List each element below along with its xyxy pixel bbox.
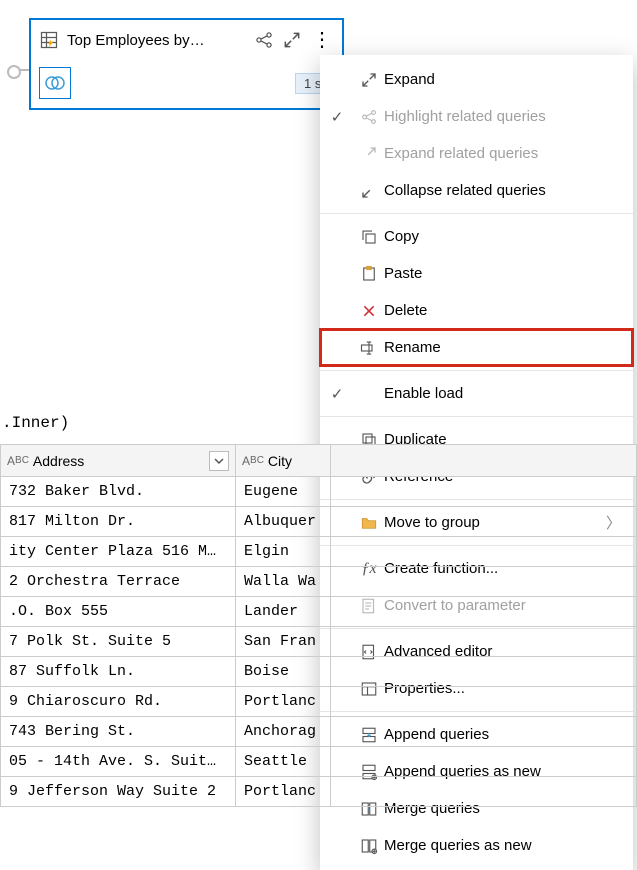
cell-address[interactable]: 05 - 14th Ave. S. Suit…	[1, 747, 236, 777]
cell-city[interactable]: Lander	[236, 597, 331, 627]
expand-icon[interactable]	[282, 30, 302, 50]
menu-enable-load[interactable]: ✓ Enable load	[320, 375, 633, 412]
cell-city[interactable]: Albuquer	[236, 507, 331, 537]
cell-city[interactable]: Boise	[236, 657, 331, 687]
cell-extra[interactable]	[331, 687, 637, 717]
merge-step-icon[interactable]	[39, 67, 71, 99]
table-row[interactable]: 7 Polk St. Suite 5San Fran	[1, 627, 637, 657]
cell-city[interactable]: Portlanc	[236, 687, 331, 717]
cell-extra[interactable]	[331, 777, 637, 807]
text-type-icon: ABC	[7, 454, 29, 468]
cell-city[interactable]: Seattle	[236, 747, 331, 777]
cell-city[interactable]: San Fran	[236, 627, 331, 657]
table-row[interactable]: ity Center Plaza 516 M…Elgin	[1, 537, 637, 567]
copy-icon	[354, 228, 384, 246]
cell-address[interactable]: ity Center Plaza 516 M…	[1, 537, 236, 567]
cell-extra[interactable]	[331, 627, 637, 657]
cell-address[interactable]: 2 Orchestra Terrace	[1, 567, 236, 597]
formula-text-fragment: .Inner)	[2, 414, 69, 432]
expand-icon	[354, 71, 384, 89]
menu-expand[interactable]: Expand	[320, 61, 633, 98]
cell-city[interactable]: Anchorag	[236, 717, 331, 747]
menu-collapse-related[interactable]: Collapse related queries	[320, 172, 633, 209]
table-row[interactable]: 05 - 14th Ave. S. Suit…Seattle	[1, 747, 637, 777]
table-row[interactable]: 817 Milton Dr.Albuquer	[1, 507, 637, 537]
query-node-header: Top Employees by… ⋮	[31, 20, 342, 60]
menu-rename[interactable]: Rename	[320, 329, 633, 366]
cell-address[interactable]: 743 Bering St.	[1, 717, 236, 747]
paste-icon	[354, 265, 384, 283]
cell-extra[interactable]	[331, 747, 637, 777]
column-filter-dropdown[interactable]	[209, 451, 229, 471]
cell-extra[interactable]	[331, 567, 637, 597]
menu-highlight-related: ✓ Highlight related queries	[320, 98, 633, 135]
cell-address[interactable]: 7 Polk St. Suite 5	[1, 627, 236, 657]
expand-out-icon	[354, 145, 384, 163]
cell-address[interactable]: 9 Chiaroscuro Rd.	[1, 687, 236, 717]
table-lightning-icon	[39, 30, 59, 50]
column-header-city[interactable]: ABC City	[236, 445, 331, 477]
cell-extra[interactable]	[331, 507, 637, 537]
delete-icon	[354, 303, 384, 319]
cell-extra[interactable]	[331, 597, 637, 627]
column-header-extra[interactable]	[331, 445, 637, 477]
cell-extra[interactable]	[331, 537, 637, 567]
cell-address[interactable]: .O. Box 555	[1, 597, 236, 627]
table-row[interactable]: 732 Baker Blvd.Eugene	[1, 477, 637, 507]
cell-city[interactable]: Portlanc	[236, 777, 331, 807]
cell-extra[interactable]	[331, 477, 637, 507]
collapse-in-icon	[354, 182, 384, 200]
menu-expand-related: Expand related queries	[320, 135, 633, 172]
column-header-address[interactable]: ABC Address	[1, 445, 236, 477]
cell-address[interactable]: 9 Jefferson Way Suite 2	[1, 777, 236, 807]
cell-city[interactable]: Walla Wa	[236, 567, 331, 597]
merge-new-icon	[354, 837, 384, 855]
menu-copy[interactable]: Copy	[320, 218, 633, 255]
query-node[interactable]: Top Employees by… ⋮ 1 st	[29, 18, 344, 110]
table-row[interactable]: 2 Orchestra TerraceWalla Wa	[1, 567, 637, 597]
share-icon	[354, 108, 384, 126]
cell-address[interactable]: 732 Baker Blvd.	[1, 477, 236, 507]
more-options-button[interactable]: ⋮	[310, 32, 334, 48]
rename-icon	[354, 339, 384, 357]
table-row[interactable]: 87 Suffolk Ln.Boise	[1, 657, 637, 687]
cell-extra[interactable]	[331, 657, 637, 687]
table-row[interactable]: .O. Box 555Lander	[1, 597, 637, 627]
cell-city[interactable]: Elgin	[236, 537, 331, 567]
share-icon[interactable]	[254, 30, 274, 50]
check-icon: ✓	[320, 385, 354, 403]
menu-delete[interactable]: Delete	[320, 292, 633, 329]
table-row[interactable]: 9 Chiaroscuro Rd.Portlanc	[1, 687, 637, 717]
text-type-icon: ABC	[242, 454, 264, 468]
menu-paste[interactable]: Paste	[320, 255, 633, 292]
data-table: ABC Address ABC City 732 Baker Blvd.Euge…	[0, 444, 637, 807]
cell-extra[interactable]	[331, 717, 637, 747]
cell-address[interactable]: 817 Milton Dr.	[1, 507, 236, 537]
cell-address[interactable]: 87 Suffolk Ln.	[1, 657, 236, 687]
table-row[interactable]: 743 Bering St.Anchorag	[1, 717, 637, 747]
check-icon: ✓	[320, 108, 354, 126]
cell-city[interactable]: Eugene	[236, 477, 331, 507]
query-node-title: Top Employees by…	[67, 32, 246, 49]
table-row[interactable]: 9 Jefferson Way Suite 2Portlanc	[1, 777, 637, 807]
